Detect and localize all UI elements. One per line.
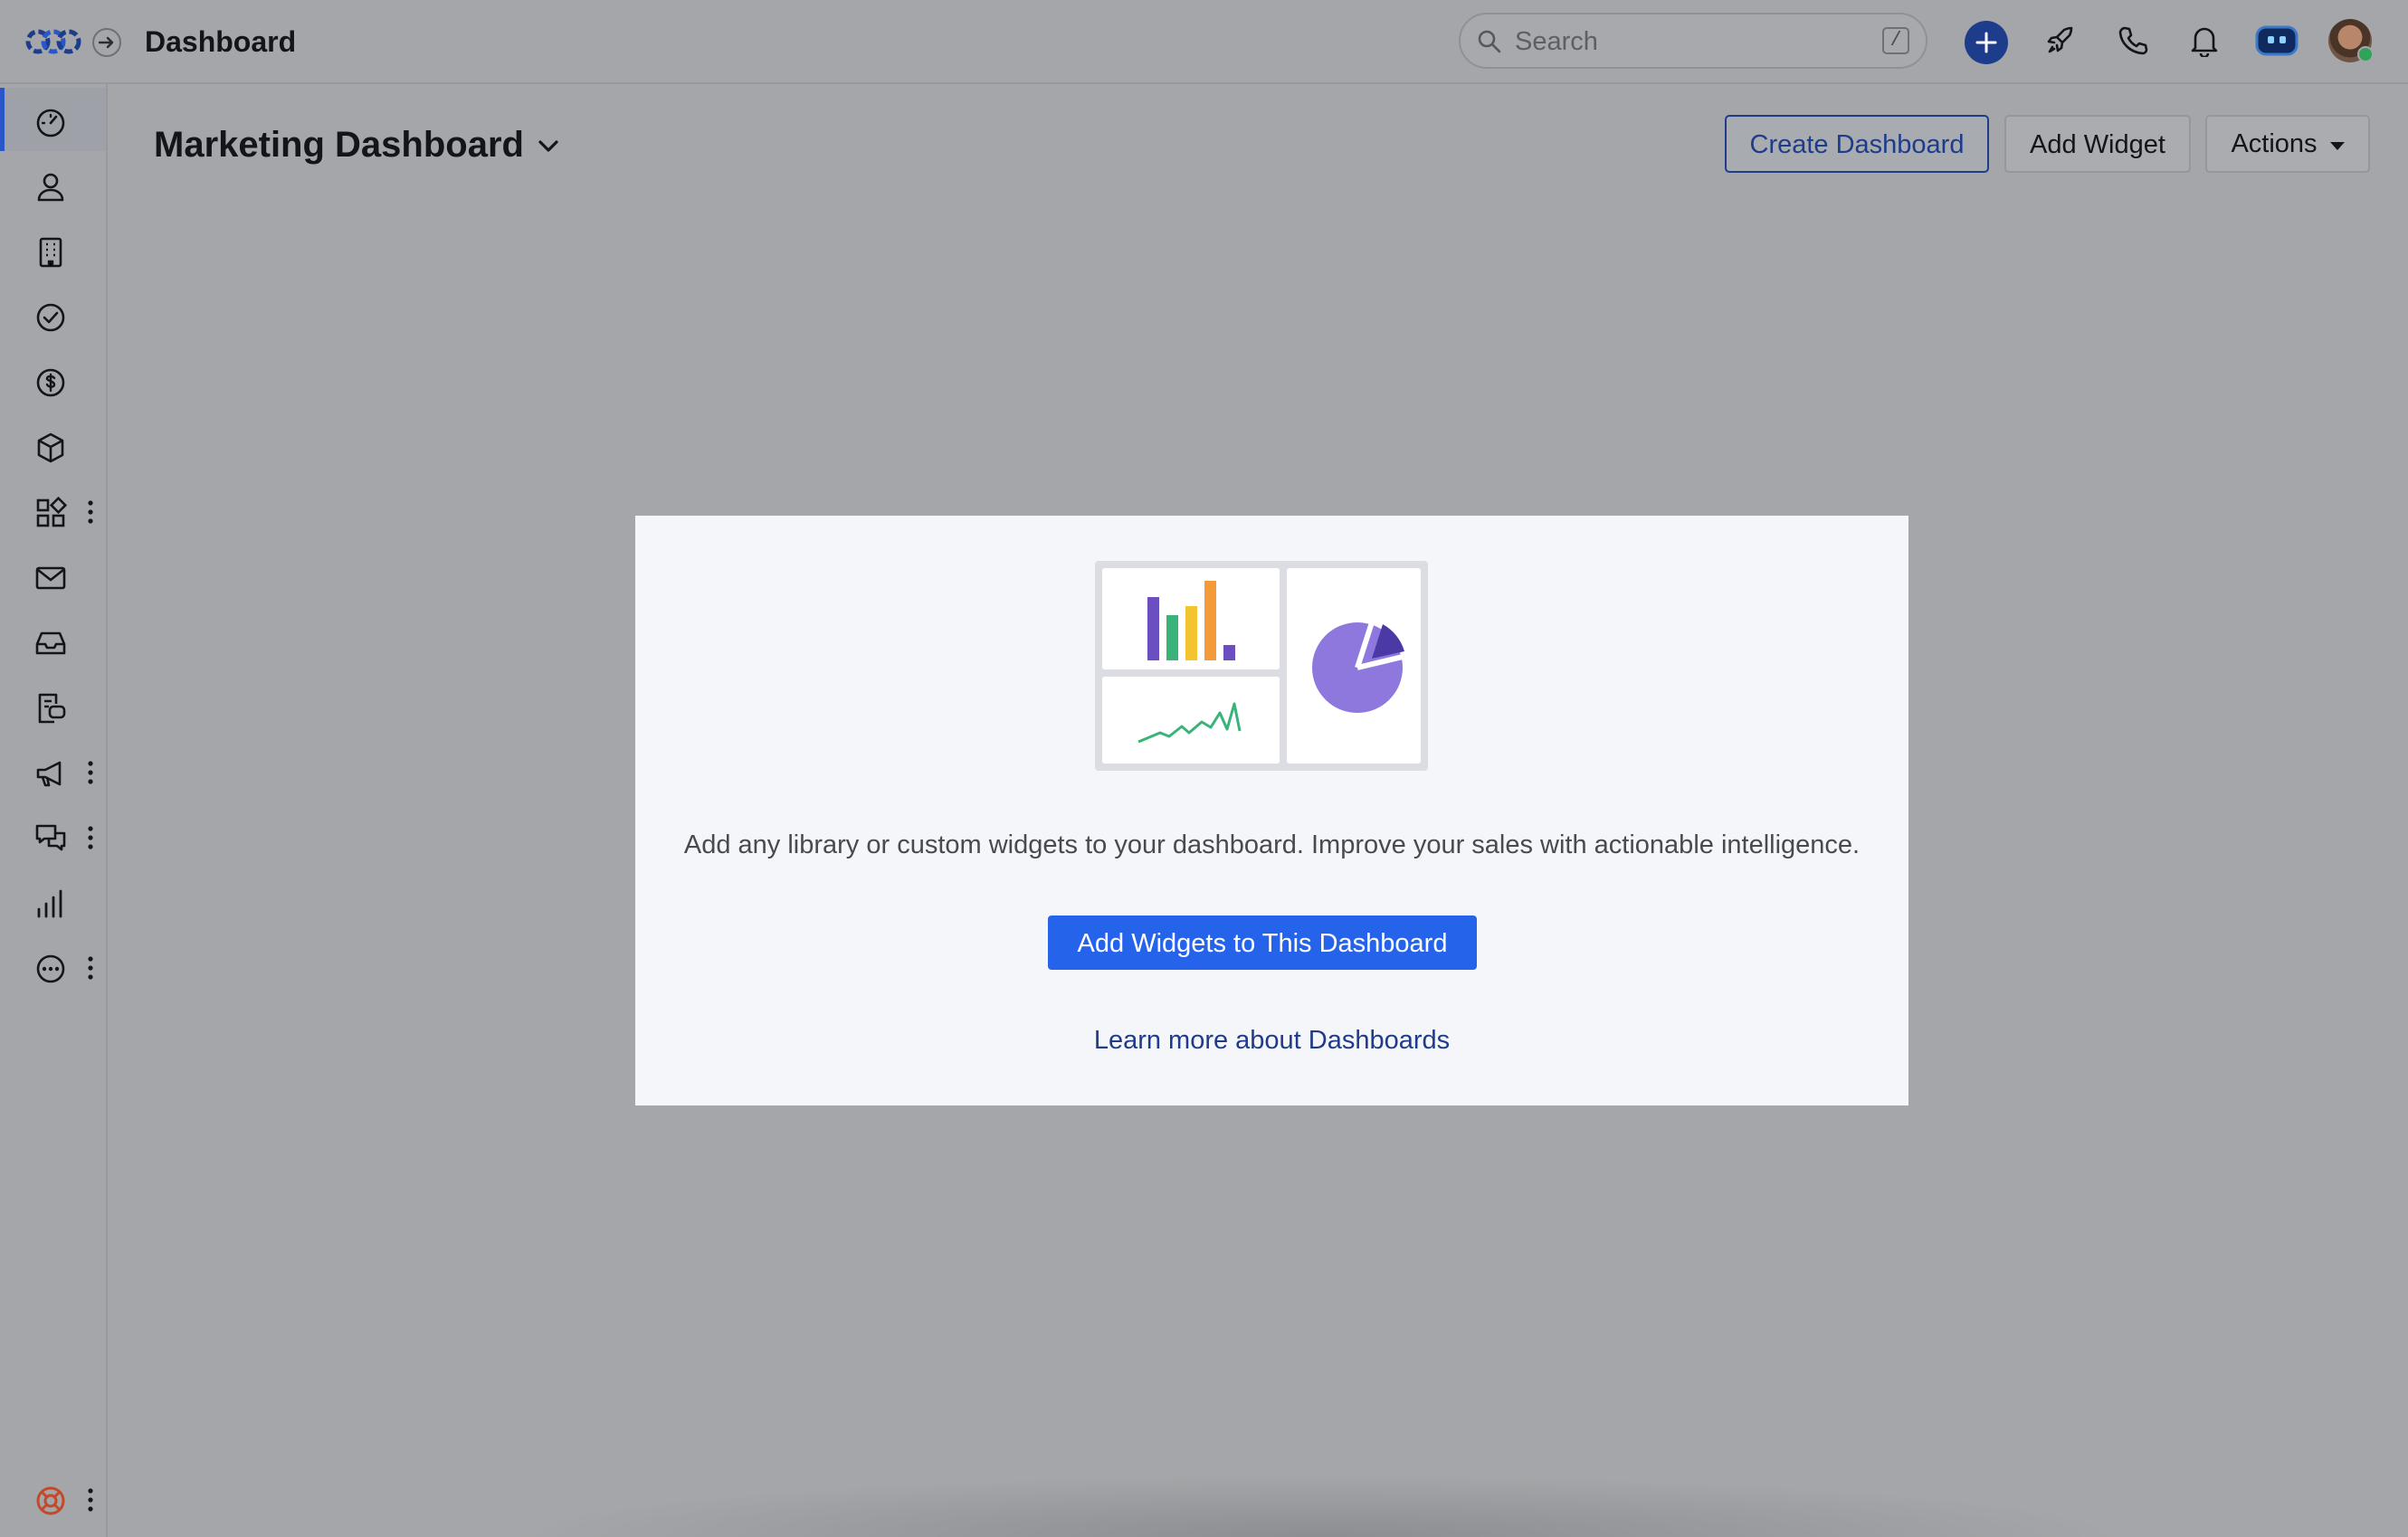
crm-logo[interactable] xyxy=(24,24,83,59)
speedometer-icon xyxy=(36,109,65,138)
ellipsis-circle-icon xyxy=(36,954,65,983)
sidebar-item-campaigns[interactable] xyxy=(0,739,106,802)
sidebar-item-dashboard[interactable] xyxy=(0,88,106,151)
sidebar xyxy=(0,84,108,1537)
lifebuoy-icon xyxy=(36,1486,65,1515)
sidebar-item-accounts[interactable] xyxy=(0,218,106,281)
learn-more-link[interactable]: Learn more about Dashboards xyxy=(635,1024,1908,1057)
top-bar: Dashboard / xyxy=(0,0,2408,84)
sidebar-item-email[interactable] xyxy=(0,544,106,607)
actions-label: Actions xyxy=(2231,129,2318,158)
megaphone-icon xyxy=(36,761,62,787)
rocket-icon[interactable] xyxy=(2038,18,2083,63)
search-icon xyxy=(1478,30,1501,53)
expand-arrow-icon[interactable] xyxy=(92,28,121,57)
sidebar-item-reports[interactable] xyxy=(0,869,106,933)
add-widget-button[interactable]: Add Widget xyxy=(2004,115,2191,173)
empty-state-message: Add any library or custom widgets to you… xyxy=(683,830,1861,859)
assistant-icon[interactable] xyxy=(2254,18,2299,63)
empty-state-card: Add any library or custom widgets to you… xyxy=(635,516,1908,1105)
chat-bubbles-icon xyxy=(35,824,66,851)
search-input[interactable] xyxy=(1513,24,1861,60)
user-avatar[interactable] xyxy=(2328,19,2374,62)
sidebar-item-conversations[interactable] xyxy=(0,804,106,868)
sidebar-item-inbox[interactable] xyxy=(0,609,106,672)
person-icon xyxy=(37,173,64,202)
sidebar-item-products[interactable] xyxy=(0,413,106,477)
document-chat-icon xyxy=(38,693,66,724)
bell-icon[interactable] xyxy=(2182,18,2227,63)
search-shortcut-key: / xyxy=(1882,27,1909,54)
online-status-dot xyxy=(2357,46,2374,62)
cube-icon xyxy=(37,432,64,463)
caret-down-icon xyxy=(2330,142,2345,150)
plus-icon[interactable] xyxy=(1965,21,2008,64)
sidebar-item-deals[interactable] xyxy=(0,348,106,412)
sidebar-item-documents[interactable] xyxy=(0,674,106,737)
apps-grid-icon xyxy=(36,496,68,527)
dollar-circle-icon xyxy=(36,368,65,397)
create-dashboard-button[interactable]: Create Dashboard xyxy=(1725,115,1989,173)
more-options-icon[interactable] xyxy=(85,824,96,851)
mail-icon xyxy=(35,566,66,590)
more-options-icon[interactable] xyxy=(85,498,96,526)
page-title[interactable]: Marketing Dashboard xyxy=(154,123,524,166)
chevron-down-icon[interactable] xyxy=(536,134,561,159)
sidebar-item-contacts[interactable] xyxy=(0,153,106,216)
actions-dropdown[interactable]: Actions xyxy=(2205,115,2370,173)
bottom-shadow xyxy=(507,1475,2136,1537)
more-options-icon[interactable] xyxy=(85,759,96,786)
app-title: Dashboard xyxy=(145,25,297,58)
more-options-icon[interactable] xyxy=(85,1486,96,1513)
more-options-icon[interactable] xyxy=(85,954,96,982)
sidebar-item-apps[interactable] xyxy=(0,479,106,542)
sidebar-item-more[interactable] xyxy=(0,935,106,998)
sidebar-item-help[interactable] xyxy=(0,1466,106,1530)
sidebar-item-tasks[interactable] xyxy=(0,283,106,346)
inbox-tray-icon xyxy=(35,631,66,655)
phone-icon[interactable] xyxy=(2110,18,2156,63)
add-widgets-button[interactable]: Add Widgets to This Dashboard xyxy=(1048,916,1477,970)
search-bar[interactable]: / xyxy=(1459,13,1927,69)
building-icon xyxy=(39,237,62,268)
check-circle-icon xyxy=(36,303,65,332)
bar-chart-icon xyxy=(37,889,62,918)
dashboard-widgets-illustration xyxy=(1095,561,1428,771)
